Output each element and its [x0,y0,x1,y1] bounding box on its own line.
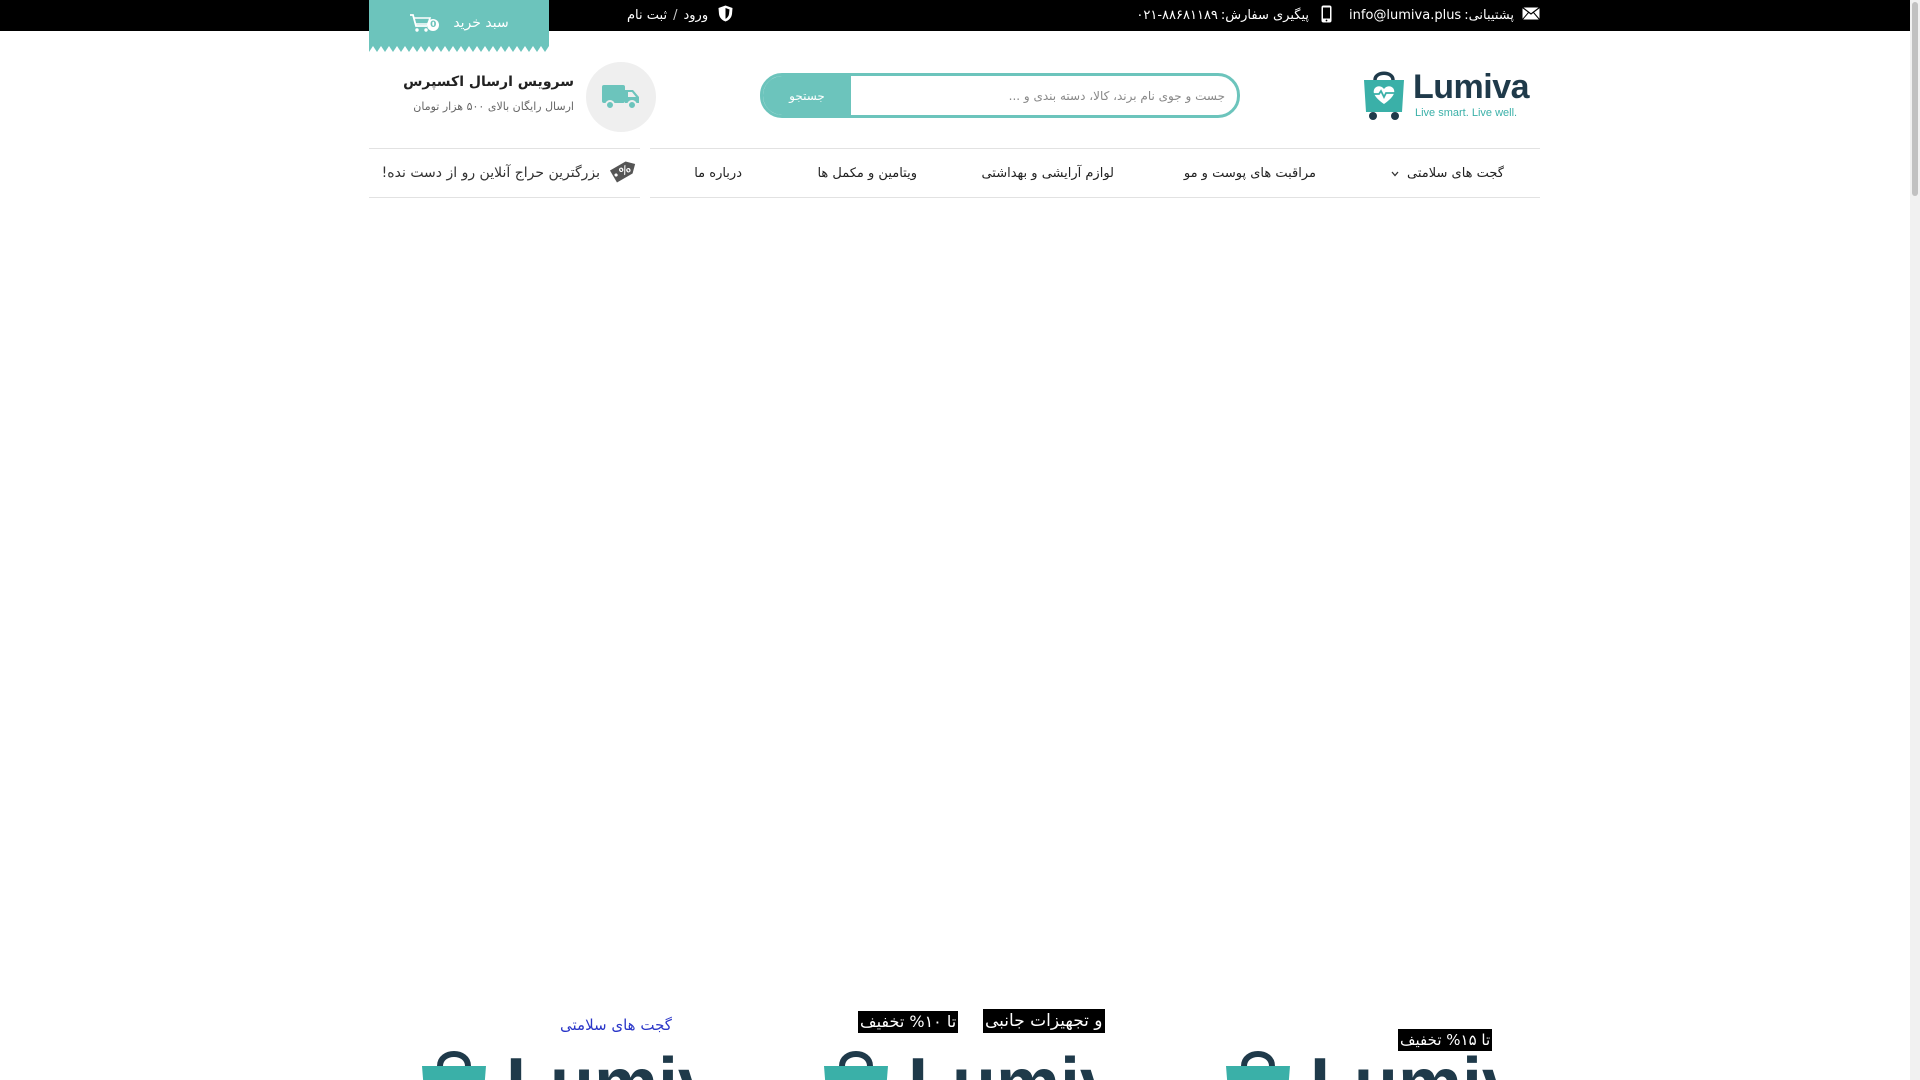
support-email[interactable]: info@lumiva.plus [1349,8,1461,23]
shopping-bag-icon [1226,1051,1290,1080]
banner-logo-3[interactable]: Lumiva [1222,1044,1502,1080]
banner-logo-text: Lumiva [1310,1048,1502,1080]
discount-tag-icon: % [606,156,640,190]
promo-text: بزرگترین حراج آنلاین رو از دست نده! [381,165,600,181]
banner-label-health-gadgets[interactable]: گجت های سلامتی [560,1016,672,1034]
express-shipping-info: سرویس ارسال اکسپرس ارسال رایگان بالای ۵۰… [403,62,656,132]
register-link[interactable]: ثبت نام [627,8,667,23]
nav-item-health-gadgets[interactable]: گجت های سلامتی [1391,149,1504,197]
banner-logo-1[interactable]: Lumiva [418,1044,698,1080]
auth-links: ورود / ثبت نام [627,0,733,31]
banner-logo-text: Lumiva [506,1048,698,1080]
nav-item-label: مراقبت های پوست و مو [1183,165,1316,181]
mail-icon [1522,7,1540,24]
search-button[interactable]: جستجو [763,76,851,115]
shopping-bag-heart-icon [1364,71,1404,120]
search-bar: جستجو [760,73,1240,118]
sale-promo[interactable]: % بزرگترین حراج آنلاین رو از دست نده! [369,148,640,198]
banner-logo-2[interactable]: Lumiva [820,1044,1100,1080]
banner-logo-text: Lumiva [908,1048,1100,1080]
cart-label: سبد خرید [453,15,509,31]
cart-count-badge: 0 [427,19,440,31]
cart-zigzag-edge [369,45,549,52]
mobile-phone-icon [1321,5,1332,27]
logo-tagline: Live smart. Live well. [1415,107,1518,119]
express-title: سرویس ارسال اکسپرس [403,74,574,90]
nav-item-label: درباره ما [694,165,742,181]
shield-icon [718,5,733,26]
nav-item-label: گجت های سلامتی [1407,165,1504,181]
page-scrollbar[interactable] [1910,0,1920,1080]
nav-item-label: ویتامین و مکمل ها [817,165,917,181]
shopping-bag-icon [422,1051,486,1080]
nav-item-skin-hair-care[interactable]: مراقبت های پوست و مو [1184,149,1316,197]
banner-label-discount-10: تا ۱۰% تخفیف [858,1011,959,1033]
delivery-truck-icon [586,62,656,132]
cart-icon: 0 [409,13,440,33]
order-tracking[interactable]: پیگیری سفارش: ۰۲۱-۸۸۶۸۱۱۸۹ [1136,0,1332,31]
chevron-down-icon [1391,166,1399,181]
nav-item-label: لوازم آرایشی و بهداشتی [981,165,1114,181]
express-subtitle: ارسال رایگان بالای ۵۰۰ هزار تومان [413,100,574,113]
support-label: پشتیبانی: [1464,8,1514,23]
top-bar: پشتیبانی: info@lumiva.plus پیگیری سفارش:… [0,0,1920,31]
logo-text: Lumiva [1413,68,1530,106]
nav-item-cosmetics[interactable]: لوازم آرایشی و بهداشتی [981,149,1114,197]
site-logo[interactable]: Lumiva Live smart. Live well. [1360,66,1530,122]
nav-item-about-us[interactable]: درباره ما [694,149,742,197]
shopping-bag-icon [824,1051,888,1080]
track-label: پیگیری سفارش: [1220,8,1309,23]
banner-label-equipment: و تجهیزات جانبی [983,1009,1105,1033]
track-phone[interactable]: ۰۲۱-۸۸۶۸۱۱۸۹ [1136,8,1218,23]
main-nav: گجت های سلامتی مراقبت های پوست و مو لواز… [650,148,1540,198]
cart-button[interactable]: سبد خرید 0 [369,0,549,52]
search-input[interactable] [851,76,1237,115]
login-link[interactable]: ورود [683,8,708,23]
auth-separator: / [673,8,678,23]
scrollbar-thumb[interactable] [1912,2,1918,196]
support-contact[interactable]: پشتیبانی: info@lumiva.plus [1349,0,1540,31]
nav-item-vitamins[interactable]: ویتامین و مکمل ها [817,149,917,197]
